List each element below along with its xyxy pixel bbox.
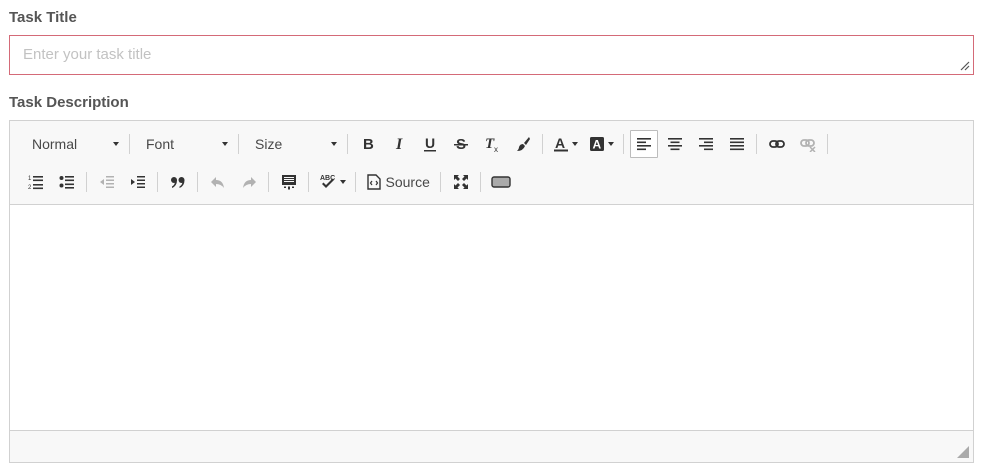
unlink-button[interactable]	[794, 130, 822, 158]
align-left-icon	[636, 138, 651, 151]
format-combo-label: Normal	[32, 136, 78, 152]
text-color-button[interactable]: A	[549, 130, 582, 158]
font-combo[interactable]: Font	[134, 131, 234, 157]
remove-format-button[interactable]: Tx	[478, 130, 506, 158]
svg-text:A: A	[592, 138, 601, 152]
underline-icon: U	[423, 136, 436, 152]
source-button-label: Source	[385, 174, 430, 190]
svg-text:1: 1	[28, 176, 32, 182]
insert-field-button[interactable]	[487, 168, 515, 196]
toolbar-separator	[308, 172, 309, 192]
link-icon	[768, 140, 785, 148]
copy-formatting-button[interactable]	[509, 130, 537, 158]
templates-icon	[281, 175, 296, 190]
toolbar-separator	[756, 134, 757, 154]
align-right-icon	[698, 138, 713, 151]
svg-text:I: I	[395, 136, 403, 152]
toolbar-separator	[347, 134, 348, 154]
align-center-button[interactable]	[661, 130, 689, 158]
chevron-down-icon	[113, 142, 119, 146]
align-right-button[interactable]	[692, 130, 720, 158]
numbered-list-button[interactable]: 12	[22, 168, 50, 196]
toolbar-separator	[197, 172, 198, 192]
toolbar-separator	[238, 134, 239, 154]
maximize-icon	[453, 175, 468, 189]
bulleted-list-button[interactable]	[53, 168, 81, 196]
toolbar-separator	[86, 172, 87, 192]
task-title-label: Task Title	[9, 9, 77, 26]
editor-toolbar: Normal Font Size B I U T x A A 1 2 ABC S…	[10, 121, 973, 205]
bulleted-list-icon	[59, 176, 74, 189]
toolbar-separator	[157, 172, 158, 192]
text-color-icon: A	[553, 136, 568, 152]
toolbar-separator	[129, 134, 130, 154]
align-center-icon	[667, 138, 682, 151]
redo-button[interactable]	[235, 168, 263, 196]
blockquote-button[interactable]	[164, 168, 192, 196]
align-left-button[interactable]	[629, 130, 658, 158]
format-combo[interactable]: Normal	[20, 131, 125, 157]
increase-indent-icon	[130, 176, 145, 188]
italic-button[interactable]: I	[385, 130, 413, 158]
spellcheck-icon: ABC	[320, 175, 335, 188]
svg-text:B: B	[363, 136, 374, 152]
font-combo-label: Font	[146, 136, 175, 152]
svg-text:A: A	[555, 136, 565, 151]
align-justify-button[interactable]	[723, 130, 751, 158]
spellcheck-button[interactable]: ABC	[315, 168, 350, 196]
italic-icon: I	[395, 136, 403, 152]
bold-icon: B	[363, 136, 374, 152]
strikethrough-button[interactable]: S	[447, 130, 475, 158]
svg-text:x: x	[494, 145, 498, 152]
source-button[interactable]: Source	[362, 168, 435, 196]
editor-content-area[interactable]	[10, 206, 973, 431]
unlink-icon	[799, 139, 816, 152]
task-description-label: Task Description	[9, 94, 129, 111]
undo-button[interactable]	[204, 168, 232, 196]
toolbar-separator	[355, 172, 356, 192]
svg-text:U: U	[425, 136, 435, 151]
chevron-down-icon	[339, 180, 346, 184]
input-field-icon	[491, 176, 511, 188]
strikethrough-icon: S	[453, 136, 468, 152]
chevron-down-icon	[607, 142, 614, 146]
link-button[interactable]	[763, 130, 791, 158]
bold-button[interactable]: B	[354, 130, 382, 158]
undo-icon	[210, 177, 224, 188]
quote-icon	[170, 177, 184, 188]
resize-grip-icon[interactable]	[960, 61, 970, 71]
decrease-indent-button[interactable]	[93, 168, 121, 196]
chevron-down-icon	[222, 142, 228, 146]
source-icon	[366, 174, 381, 190]
task-title-input[interactable]	[10, 36, 973, 74]
size-combo-label: Size	[255, 136, 283, 152]
toolbar-separator	[827, 134, 828, 154]
remove-format-icon: Tx	[485, 136, 498, 152]
rich-text-editor: Normal Font Size B I U T x A A 1 2 ABC S…	[9, 120, 974, 463]
svg-text:2: 2	[28, 185, 32, 190]
templates-button[interactable]	[275, 168, 303, 196]
decrease-indent-icon	[99, 176, 114, 188]
chevron-down-icon	[331, 142, 337, 146]
resize-corner-icon[interactable]	[957, 446, 969, 458]
toolbar-separator	[268, 172, 269, 192]
underline-button[interactable]: U	[416, 130, 444, 158]
increase-indent-button[interactable]	[124, 168, 152, 196]
task-title-field-wrapper	[9, 35, 974, 75]
toolbar-separator	[440, 172, 442, 192]
size-combo[interactable]: Size	[243, 131, 343, 157]
paintbrush-icon	[516, 137, 530, 151]
background-color-icon: A	[589, 137, 604, 152]
redo-icon	[242, 177, 256, 188]
toolbar-separator	[623, 134, 624, 154]
maximize-button[interactable]	[447, 168, 475, 196]
chevron-down-icon	[571, 142, 578, 146]
editor-bottom-bar	[10, 430, 973, 462]
toolbar-separator	[542, 134, 543, 154]
numbered-list-icon: 12	[28, 176, 43, 190]
toolbar-separator	[480, 172, 482, 192]
background-color-button[interactable]: A	[585, 130, 618, 158]
align-justify-icon	[729, 138, 744, 151]
